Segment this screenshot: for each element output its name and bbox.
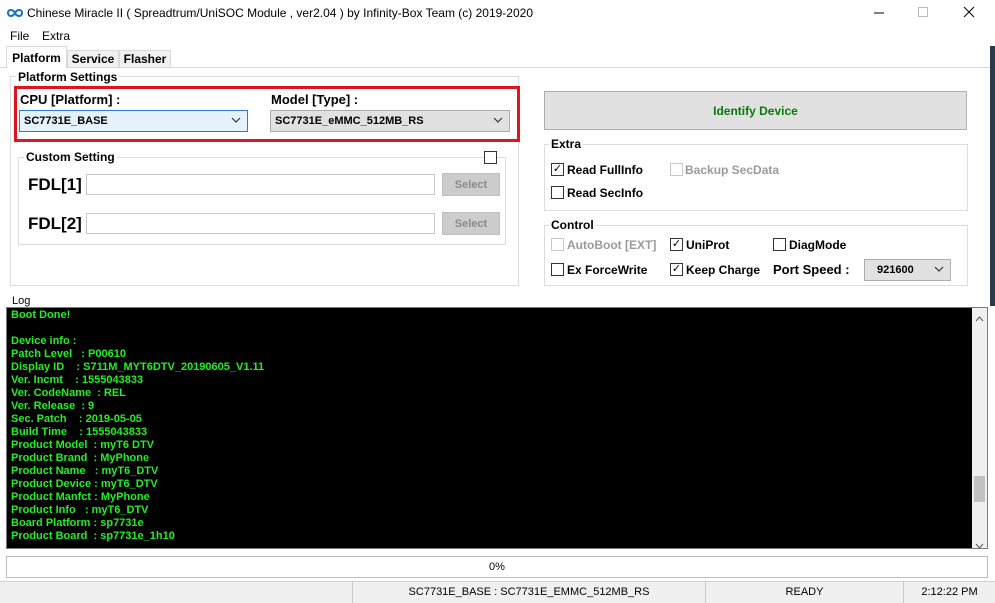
menu-extra[interactable]: Extra bbox=[42, 29, 70, 43]
menu-bar bbox=[0, 27, 995, 46]
scroll-thumb[interactable] bbox=[974, 476, 985, 502]
fdl2-label: FDL[2] bbox=[28, 214, 82, 233]
window-edge bbox=[990, 46, 995, 306]
platform-settings-title: Platform Settings bbox=[16, 70, 120, 84]
extra-group bbox=[544, 144, 968, 211]
fdl1-label: FDL[1] bbox=[28, 175, 82, 194]
status-platform: SC7731E_BASE : SC7731E_EMMC_512MB_RS bbox=[352, 581, 705, 603]
ex-forcewrite-checkbox[interactable] bbox=[551, 263, 564, 276]
read-fullinfo-checkbox[interactable]: ✓ bbox=[551, 163, 564, 176]
log-label: Log bbox=[12, 295, 31, 307]
autoboot-label: AutoBoot [EXT] bbox=[567, 238, 657, 252]
backup-secdata-checkbox[interactable] bbox=[670, 163, 683, 176]
read-fullinfo-label: Read FullInfo bbox=[567, 163, 643, 177]
read-secinfo-label: Read SecInfo bbox=[567, 186, 644, 200]
uniprot-label: UniProt bbox=[686, 238, 730, 252]
infinity-icon bbox=[6, 6, 24, 20]
chevron-down-icon bbox=[231, 115, 241, 128]
tab-platform[interactable]: Platform bbox=[6, 46, 67, 68]
chevron-down-icon bbox=[493, 115, 503, 128]
cpu-value: SC7731E_BASE bbox=[24, 115, 108, 127]
cpu-label: CPU [Platform] : bbox=[20, 92, 121, 107]
minimize-icon bbox=[873, 7, 885, 21]
window-title: Chinese Miracle II ( Spreadtrum/UniSOC M… bbox=[27, 6, 533, 20]
checkmark-icon: ✓ bbox=[552, 163, 563, 175]
menu-file[interactable]: File bbox=[10, 29, 29, 43]
chevron-down-icon bbox=[934, 264, 944, 277]
scroll-down-icon bbox=[975, 538, 984, 552]
fdl1-select-button[interactable]: Select bbox=[442, 173, 500, 196]
maximize-icon bbox=[917, 6, 929, 21]
close-icon bbox=[963, 6, 975, 21]
fdl2-field[interactable] bbox=[86, 213, 435, 234]
diagmode-checkbox[interactable] bbox=[773, 238, 786, 251]
checkmark-icon: ✓ bbox=[671, 238, 682, 250]
uniprot-checkbox[interactable]: ✓ bbox=[670, 238, 683, 251]
autoboot-checkbox[interactable] bbox=[551, 238, 564, 251]
read-secinfo-checkbox[interactable] bbox=[551, 186, 564, 199]
scroll-up-icon bbox=[975, 311, 984, 325]
log-text: Boot Done! Device info : Patch Level : P… bbox=[11, 309, 265, 542]
backup-secdata-label: Backup SecData bbox=[685, 163, 780, 177]
ex-forcewrite-label: Ex ForceWrite bbox=[567, 263, 648, 277]
close-button[interactable] bbox=[946, 0, 992, 27]
port-speed-label: Port Speed : bbox=[773, 262, 850, 277]
tab-flasher[interactable]: Flasher bbox=[119, 50, 171, 67]
custom-setting-title: Custom Setting bbox=[24, 150, 117, 164]
model-select[interactable]: SC7731E_eMMC_512MB_RS bbox=[270, 110, 510, 132]
port-speed-value: 921600 bbox=[877, 264, 914, 276]
diagmode-label: DiagMode bbox=[789, 238, 847, 252]
checkmark-icon: ✓ bbox=[671, 263, 682, 275]
fdl1-field[interactable] bbox=[86, 174, 435, 195]
status-time: 2:12:22 PM bbox=[903, 581, 995, 603]
extra-title: Extra bbox=[549, 137, 584, 151]
log-output[interactable]: Boot Done! Device info : Patch Level : P… bbox=[6, 307, 988, 549]
fdl2-select-button[interactable]: Select bbox=[442, 212, 500, 235]
tab-strip-divider bbox=[0, 67, 995, 68]
keep-charge-label: Keep Charge bbox=[686, 263, 761, 277]
progress-bar: 0% bbox=[6, 556, 988, 578]
status-state: READY bbox=[705, 581, 903, 603]
model-label: Model [Type] : bbox=[271, 92, 359, 107]
cpu-select[interactable]: SC7731E_BASE bbox=[19, 110, 248, 132]
maximize-button[interactable] bbox=[900, 0, 946, 27]
minimize-button[interactable] bbox=[856, 0, 902, 27]
keep-charge-checkbox[interactable]: ✓ bbox=[670, 263, 683, 276]
custom-setting-checkbox[interactable] bbox=[484, 151, 497, 164]
tab-service[interactable]: Service bbox=[67, 50, 119, 67]
control-title: Control bbox=[549, 218, 596, 232]
log-scrollbar[interactable] bbox=[972, 308, 987, 549]
model-value: SC7731E_eMMC_512MB_RS bbox=[275, 115, 424, 127]
progress-text: 0% bbox=[489, 561, 505, 573]
port-speed-select[interactable]: 921600 bbox=[864, 259, 951, 281]
identify-device-button[interactable]: Identify Device bbox=[544, 91, 967, 130]
